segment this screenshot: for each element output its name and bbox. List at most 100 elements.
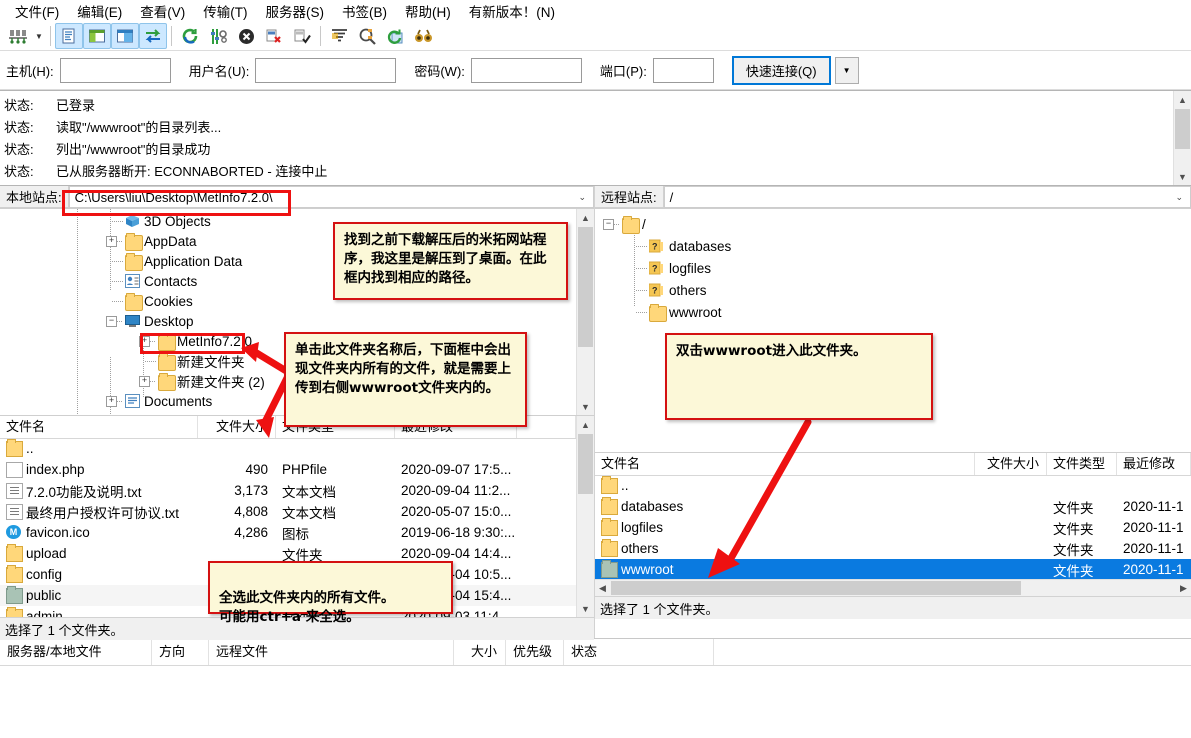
table-row[interactable]: 7.2.0功能及说明.txt 3,173 文本文档 2020-09-04 11:…: [0, 480, 576, 501]
log-line-text: 列出"/wwwroot"的目录成功: [56, 142, 211, 157]
port-input[interactable]: [652, 57, 714, 83]
tree-item[interactable]: ? databases: [595, 235, 1191, 257]
search-icon[interactable]: [409, 23, 437, 49]
table-row[interactable]: logfiles 文件夹 2020-11-1: [595, 517, 1191, 538]
svg-text:?: ?: [652, 286, 658, 296]
note-selectall: 全选此文件夹内的所有文件。 可能用ctr+a 来全选。: [208, 561, 453, 625]
3d-objects-icon: [125, 214, 141, 228]
expand-icon[interactable]: +: [106, 396, 117, 407]
remote-file-list[interactable]: 文件名 文件大小 文件类型 最近修改 .. databases 文件夹 2020…: [595, 453, 1191, 596]
scroll-up-icon[interactable]: ▲: [577, 209, 594, 226]
column-header-type[interactable]: 文件类型: [1047, 453, 1117, 475]
menu-item-help[interactable]: 帮助(H): [396, 0, 460, 23]
disconnect-icon[interactable]: [260, 23, 288, 49]
remote-site-path-combo[interactable]: / ⌄: [663, 186, 1191, 208]
host-input[interactable]: [59, 57, 171, 83]
scroll-left-icon[interactable]: ◀: [595, 583, 610, 594]
message-log-scrollbar[interactable]: ▲ ▼: [1173, 91, 1191, 185]
table-row[interactable]: ..: [595, 475, 1191, 496]
menu-item-bookmarks[interactable]: 书签(B): [333, 0, 396, 23]
log-line-text: 已从服务器断开: ECONNABORTED - 连接中止: [56, 164, 328, 179]
scroll-down-icon[interactable]: ▼: [577, 600, 594, 617]
quick-connect-button[interactable]: 快速连接(Q): [731, 55, 831, 85]
toolbar-separator-3: [320, 26, 321, 46]
collapse-icon[interactable]: −: [603, 219, 614, 230]
queue-column-remotefile[interactable]: 远程文件: [209, 639, 454, 665]
scroll-right-icon[interactable]: ▶: [1176, 583, 1191, 594]
toggle-remote-tree-icon[interactable]: [111, 23, 139, 49]
documents-icon: [125, 394, 141, 408]
tree-item[interactable]: − /: [595, 213, 1191, 235]
host-label: 主机(H):: [6, 63, 54, 79]
tree-item[interactable]: − Desktop: [0, 311, 576, 331]
collapse-icon[interactable]: −: [106, 316, 117, 327]
filter-icon[interactable]: [325, 23, 353, 49]
scrollbar-thumb[interactable]: [1175, 109, 1190, 149]
column-header-size[interactable]: 文件大小: [975, 453, 1047, 475]
folder-icon: [649, 304, 667, 322]
remote-list-hscrollbar[interactable]: ◀ ▶: [595, 579, 1191, 596]
queue-column-priority[interactable]: 优先级: [506, 639, 564, 665]
expand-icon[interactable]: +: [139, 376, 150, 387]
scroll-down-icon[interactable]: ▼: [577, 398, 594, 415]
toggle-transfer-queue-icon[interactable]: [139, 23, 167, 49]
menu-item-edit[interactable]: 编辑(E): [68, 0, 131, 23]
table-row-selected[interactable]: wwwroot 文件夹 2020-11-1: [595, 559, 1191, 580]
tree-item-label: Cookies: [144, 293, 193, 309]
scroll-down-icon[interactable]: ▼: [1174, 168, 1191, 185]
tree-item[interactable]: ? others: [595, 279, 1191, 301]
process-queue-icon[interactable]: [204, 23, 232, 49]
menu-item-new-version[interactable]: 有新版本！(N): [460, 0, 564, 23]
tree-item-wwwroot[interactable]: wwwroot: [595, 301, 1191, 323]
table-row[interactable]: databases 文件夹 2020-11-1: [595, 496, 1191, 517]
toggle-local-tree-icon[interactable]: [83, 23, 111, 49]
username-input[interactable]: [255, 57, 397, 83]
tree-item-label: Desktop: [144, 313, 194, 329]
contacts-icon: [125, 274, 141, 288]
table-row[interactable]: 最终用户授权许可协议.txt 4,808 文本文档 2020-05-07 15:…: [0, 501, 576, 522]
tree-item[interactable]: ? logfiles: [595, 257, 1191, 279]
quick-connect-history-icon[interactable]: ▼: [834, 56, 859, 84]
dropdown-caret-icon[interactable]: ▼: [32, 24, 46, 48]
queue-column-direction[interactable]: 方向: [152, 639, 209, 665]
toggle-message-log-icon[interactable]: [55, 23, 83, 49]
site-manager-icon[interactable]: [4, 23, 32, 49]
highlight-box-local-path: [62, 190, 291, 216]
menu-bar: 文件(F) 编辑(E) 查看(V) 传输(T) 服务器(S) 书签(B) 帮助(…: [0, 0, 1191, 22]
compare-icon[interactable]: [353, 23, 381, 49]
refresh-icon[interactable]: [176, 23, 204, 49]
table-row[interactable]: index.php 490 PHPfile 2020-09-07 17:5...: [0, 459, 576, 480]
table-row[interactable]: M favicon.ico 4,286 图标 2019-06-18 9:30:.…: [0, 522, 576, 543]
column-header-modified[interactable]: 最近修改: [1117, 453, 1191, 475]
scroll-up-icon[interactable]: ▲: [577, 416, 594, 433]
local-tree-scrollbar[interactable]: ▲ ▼: [576, 209, 594, 415]
scrollbar-thumb[interactable]: [578, 227, 593, 347]
cell-name: 7.2.0功能及说明.txt: [26, 484, 142, 500]
scrollbar-thumb[interactable]: [578, 434, 593, 494]
file-panes: 本地站点: C:\Users\liu\Desktop\MetInfo7.2.0\…: [0, 186, 1191, 640]
menu-item-file[interactable]: 文件(F): [6, 0, 68, 23]
cell-type: 文本文档: [282, 505, 336, 521]
queue-column-status[interactable]: 状态: [564, 639, 714, 665]
cell-name: admin: [26, 609, 63, 617]
menu-item-transfer[interactable]: 传输(T): [194, 0, 256, 23]
chevron-down-icon[interactable]: ⌄: [578, 192, 586, 203]
queue-column-serverlocal[interactable]: 服务器/本地文件: [0, 639, 152, 665]
chevron-down-icon[interactable]: ⌄: [1175, 192, 1183, 203]
menu-item-view[interactable]: 查看(V): [131, 0, 194, 23]
scrollbar-thumb[interactable]: [611, 581, 1021, 595]
column-header-name[interactable]: 文件名: [0, 416, 198, 438]
table-row[interactable]: ..: [0, 438, 576, 459]
reconnect-icon[interactable]: [288, 23, 316, 49]
queue-column-size[interactable]: 大小: [454, 639, 506, 665]
menu-item-server[interactable]: 服务器(S): [257, 0, 334, 23]
cell-name: favicon.ico: [26, 525, 90, 540]
password-input[interactable]: [470, 57, 582, 83]
expand-icon[interactable]: +: [106, 236, 117, 247]
table-row[interactable]: others 文件夹 2020-11-1: [595, 538, 1191, 559]
sync-browse-icon[interactable]: [381, 23, 409, 49]
tree-item-label: logfiles: [669, 260, 712, 276]
local-list-scrollbar[interactable]: ▲ ▼: [576, 416, 594, 617]
scroll-up-icon[interactable]: ▲: [1174, 91, 1191, 108]
cancel-icon[interactable]: [232, 23, 260, 49]
